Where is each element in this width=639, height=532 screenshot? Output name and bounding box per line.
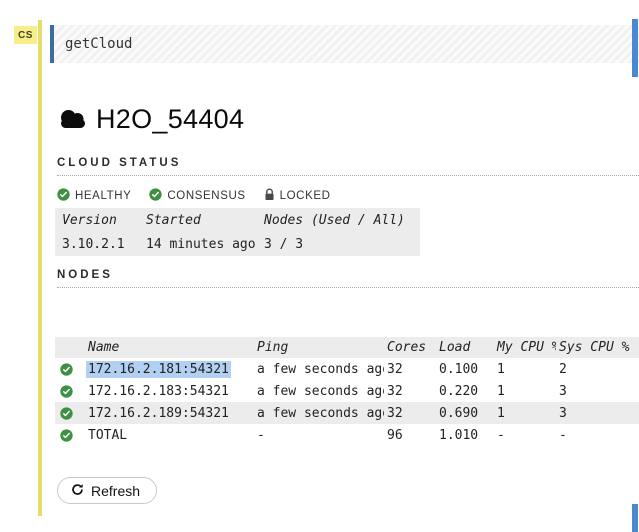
node-my-cpu: 1 <box>494 402 556 424</box>
check-circle-icon <box>149 188 162 204</box>
col-ping: Ping <box>254 337 384 358</box>
check-circle-icon <box>55 402 85 424</box>
status-badge-label: CONSENSUS <box>167 190 245 202</box>
node-sys-cpu: 3 <box>556 402 639 424</box>
code-cell-text: getCloud <box>54 36 132 52</box>
col-version: Version <box>55 208 139 232</box>
node-cores: 96 <box>384 424 436 446</box>
col-my-cpu: My CPU % <box>494 337 556 358</box>
table-row: 172.16.2.183:54321 a few seconds ago 32 … <box>55 380 639 402</box>
node-name: TOTAL <box>85 424 254 446</box>
version-value: 3.10.2.1 <box>55 232 139 256</box>
node-load: 0.220 <box>436 380 494 402</box>
table-header-row: Version Started Nodes (Used / All) <box>55 208 420 232</box>
refresh-button-label: Refresh <box>91 483 140 499</box>
check-circle-icon <box>55 380 85 402</box>
check-circle-icon <box>55 358 85 380</box>
node-load: 1.010 <box>436 424 494 446</box>
code-cell-input[interactable]: getCloud <box>50 25 639 63</box>
node-cores: 32 <box>384 402 436 424</box>
node-cores: 32 <box>384 380 436 402</box>
node-ping: a few seconds ago <box>254 358 384 380</box>
scrollbar-thumb-top[interactable] <box>632 19 638 77</box>
section-header-cloud-status: CLOUD STATUS <box>57 157 639 176</box>
cloud-icon <box>57 107 89 133</box>
lock-icon <box>264 188 275 204</box>
section-header-nodes: NODES <box>57 269 639 288</box>
table-row: 172.16.2.181:54321 a few seconds ago 32 … <box>55 358 639 380</box>
node-my-cpu: 1 <box>494 380 556 402</box>
page-title: H2O_54404 <box>96 104 244 135</box>
status-badge-consensus: CONSENSUS <box>149 188 245 204</box>
node-ping: a few seconds ago <box>254 380 384 402</box>
table-header-row: Name Ping Cores Load My CPU % Sys CPU % <box>55 337 639 358</box>
node-ping: a few seconds ago <box>254 402 384 424</box>
col-load: Load <box>436 337 494 358</box>
col-status-icon <box>55 337 85 358</box>
col-name: Name <box>85 337 254 358</box>
cloud-title-row: H2O_54404 <box>57 104 244 135</box>
status-badges: HEALTHY CONSENSUS LOCKED <box>57 188 331 204</box>
node-name: 172.16.2.181:54321 <box>85 358 254 380</box>
nodes-used-all-value: 3 / 3 <box>257 232 420 256</box>
table-row: 172.16.2.189:54321 a few seconds ago 32 … <box>55 402 639 424</box>
refresh-icon <box>71 483 84 499</box>
col-started: Started <box>139 208 257 232</box>
node-my-cpu: 1 <box>494 358 556 380</box>
cell-rail[interactable] <box>38 20 42 516</box>
col-nodes-used-all: Nodes (Used / All) <box>257 208 420 232</box>
scrollbar-thumb-bottom[interactable] <box>632 504 638 532</box>
cell-flag-badge: CS <box>14 26 37 44</box>
refresh-button[interactable]: Refresh <box>57 477 157 504</box>
status-badge-locked: LOCKED <box>264 188 331 204</box>
node-sys-cpu: - <box>556 424 639 446</box>
started-value: 14 minutes ago <box>139 232 257 256</box>
selected-text: 172.16.2.181:54321 <box>86 361 231 378</box>
status-badge-label: HEALTHY <box>75 190 131 202</box>
col-cores: Cores <box>384 337 436 358</box>
node-my-cpu: - <box>494 424 556 446</box>
node-name: 172.16.2.183:54321 <box>85 380 254 402</box>
status-badge-label: LOCKED <box>280 190 331 202</box>
node-cores: 32 <box>384 358 436 380</box>
check-circle-icon <box>55 424 85 446</box>
check-circle-icon <box>57 188 70 204</box>
col-sys-cpu: Sys CPU % <box>556 337 639 358</box>
node-ping: - <box>254 424 384 446</box>
table-row-total: TOTAL - 96 1.010 - - <box>55 424 639 446</box>
node-load: 0.100 <box>436 358 494 380</box>
nodes-table: Name Ping Cores Load My CPU % Sys CPU % … <box>55 337 639 446</box>
cloud-status-table: Version Started Nodes (Used / All) 3.10.… <box>55 208 420 256</box>
status-badge-healthy: HEALTHY <box>57 188 131 204</box>
node-sys-cpu: 3 <box>556 380 639 402</box>
node-sys-cpu: 2 <box>556 358 639 380</box>
table-row: 3.10.2.1 14 minutes ago 3 / 3 <box>55 232 420 256</box>
node-name: 172.16.2.189:54321 <box>85 402 254 424</box>
node-load: 0.690 <box>436 402 494 424</box>
